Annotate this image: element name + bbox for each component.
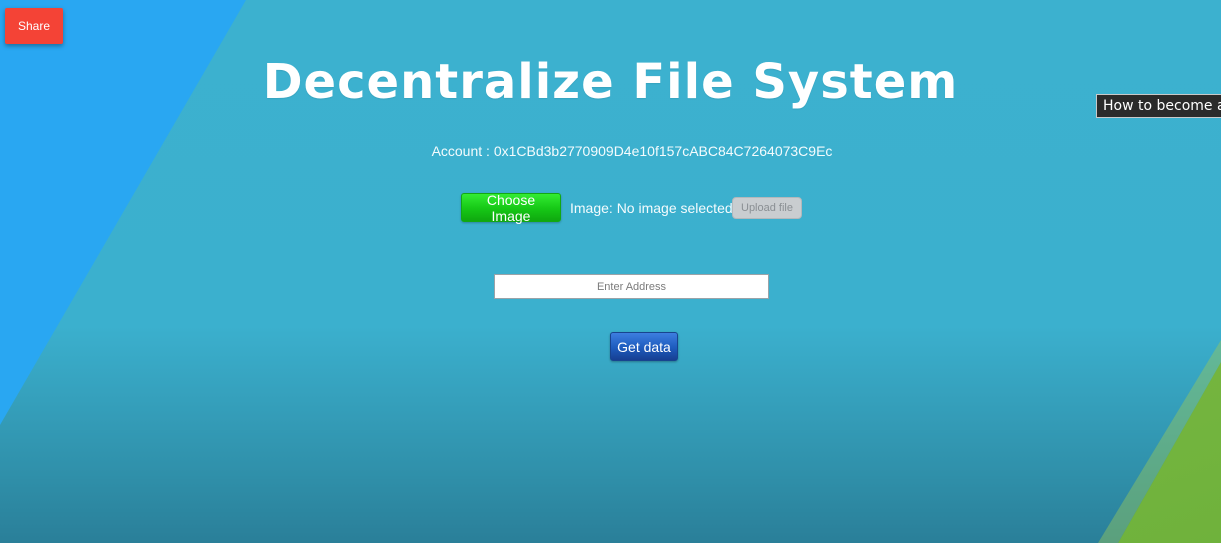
address-input[interactable]	[494, 274, 769, 299]
get-data-button[interactable]: Get data	[610, 332, 678, 361]
account-address: Account : 0x1CBd3b2770909D4e10f157cABC84…	[431, 143, 833, 159]
image-status-text: Image: No image selected	[570, 200, 733, 216]
share-button[interactable]: Share	[5, 8, 63, 44]
choose-image-button[interactable]: Choose Image	[461, 192, 561, 224]
upload-file-button[interactable]: Upload file	[732, 197, 802, 219]
page-title: Decentralize File System	[262, 54, 959, 110]
